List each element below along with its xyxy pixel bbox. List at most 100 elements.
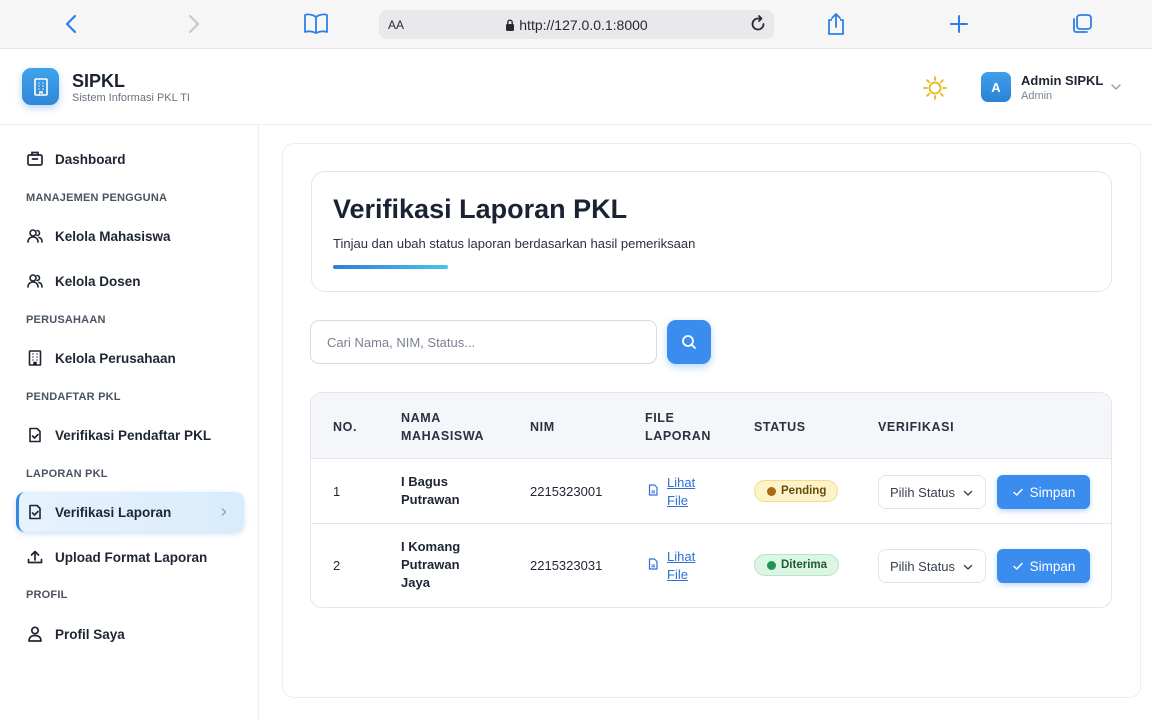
check-circle-icon	[767, 560, 776, 570]
page-title: Verifikasi Laporan PKL	[333, 194, 628, 224]
column-header-line: LAPORAN	[645, 429, 712, 443]
pending-dot-icon	[767, 486, 776, 496]
building-logo-icon	[22, 68, 59, 105]
section-heading: PROFIL	[26, 589, 68, 601]
sidebar-item-kelola-perusahaan[interactable]: Kelola Perusahaan	[16, 338, 244, 378]
table-header: NO. NAMA MAHASISWA NIM FILE LAPORAN STAT…	[311, 393, 1111, 459]
student-name: I Komang Putrawan Jaya	[401, 538, 511, 592]
column-header-no: NO.	[333, 420, 358, 434]
status-text: Diterima	[781, 559, 828, 571]
chevron-down-icon	[962, 487, 974, 499]
sidebar-item-label: Dashboard	[55, 151, 126, 167]
save-label: Simpan	[1029, 484, 1076, 500]
app-header: SIPKL Sistem Informasi PKL TI A Admin SI…	[0, 49, 1152, 125]
column-header-line: FILE	[645, 411, 675, 425]
report-table: NO. NAMA MAHASISWA NIM FILE LAPORAN STAT…	[310, 392, 1112, 608]
sun-icon[interactable]	[921, 74, 949, 102]
view-file-text[interactable]: Lihat File	[667, 548, 701, 584]
link-line: File	[667, 567, 688, 582]
save-button[interactable]: Simpan	[997, 549, 1090, 583]
status-badge: Pending	[754, 480, 839, 502]
page-subtitle: Tinjau dan ubah status laporan berdasark…	[333, 236, 696, 251]
sidebar-item-label: Kelola Dosen	[55, 273, 141, 289]
name-line: Putrawan	[401, 557, 460, 572]
search-button[interactable]	[667, 320, 711, 364]
sidebar-item-kelola-mahasiswa[interactable]: Kelola Mahasiswa	[16, 216, 244, 256]
section-heading: MANAJEMEN PENGGUNA	[26, 192, 168, 204]
column-header-line: MAHASISWA	[401, 429, 485, 443]
upload-icon	[25, 547, 45, 567]
share-icon[interactable]	[822, 10, 850, 38]
view-file-link[interactable]: Lihat File	[647, 548, 701, 584]
chevron-down-icon[interactable]	[1109, 80, 1123, 94]
column-header-nim: NIM	[530, 420, 555, 434]
plus-icon[interactable]	[945, 10, 973, 38]
name-line: Putrawan	[401, 492, 460, 507]
status-select[interactable]: Pilih Status	[878, 475, 986, 509]
save-button[interactable]: Simpan	[997, 475, 1090, 509]
chevron-right-icon	[218, 505, 230, 517]
name-line: I Bagus	[401, 474, 448, 489]
section-heading: PENDAFTAR PKL	[26, 391, 121, 403]
table-row: 1 I Bagus Putrawan 2215323001 Lihat File …	[311, 459, 1111, 524]
sidebar: Dashboard MANAJEMEN PENGGUNA Kelola Maha…	[0, 125, 259, 720]
file-icon	[648, 558, 658, 570]
row-number: 1	[333, 484, 341, 499]
user-role: Admin	[1021, 90, 1053, 102]
avatar[interactable]: A	[981, 72, 1011, 102]
sidebar-item-upload-format[interactable]: Upload Format Laporan	[16, 537, 244, 577]
brand-subtitle: Sistem Informasi PKL TI	[72, 92, 190, 104]
link-line: Lihat	[667, 475, 696, 490]
section-heading: PERUSAHAAN	[26, 314, 106, 326]
select-value: Pilih Status	[890, 484, 956, 500]
search-input[interactable]	[310, 320, 657, 364]
student-nim: 2215323031	[530, 558, 603, 573]
sidebar-item-label: Upload Format Laporan	[55, 549, 208, 565]
save-label: Simpan	[1029, 558, 1076, 574]
row-number: 2	[333, 558, 341, 573]
view-file-text[interactable]: Lihat File	[667, 474, 701, 510]
brand-title: SIPKL	[72, 71, 126, 91]
file-check-icon	[25, 425, 45, 445]
link-line: Lihat	[667, 549, 696, 564]
select-value: Pilih Status	[890, 558, 956, 574]
status-select[interactable]: Pilih Status	[878, 549, 986, 583]
check-icon	[1012, 562, 1023, 570]
sidebar-item-dashboard[interactable]: Dashboard	[16, 139, 244, 179]
book-icon[interactable]	[302, 10, 330, 38]
user-name[interactable]: Admin SIPKL	[1021, 73, 1103, 88]
table-row: 2 I Komang Putrawan Jaya 2215323031 Liha…	[311, 524, 1111, 607]
chevron-down-icon	[962, 561, 974, 573]
sidebar-item-label: Kelola Mahasiswa	[55, 228, 171, 244]
tabs-icon[interactable]	[1068, 10, 1096, 38]
building-icon	[25, 348, 45, 368]
page-header-card	[311, 171, 1112, 292]
user-icon	[25, 624, 45, 644]
forward-icon[interactable]	[180, 10, 208, 38]
title-accent-bar	[333, 265, 448, 269]
column-header-nama: NAMA MAHASISWA	[401, 409, 484, 445]
back-icon[interactable]	[57, 10, 85, 38]
sidebar-item-label: Verifikasi Laporan	[55, 504, 172, 520]
users-icon	[25, 271, 45, 291]
link-line: File	[667, 493, 688, 508]
sidebar-item-label: Kelola Perusahaan	[55, 350, 176, 366]
sidebar-item-profil-saya[interactable]: Profil Saya	[16, 614, 244, 654]
name-line: Jaya	[401, 575, 430, 590]
sidebar-item-verifikasi-laporan[interactable]: Verifikasi Laporan	[16, 492, 244, 532]
url-display[interactable]: http://127.0.0.1:8000	[379, 17, 774, 33]
address-bar[interactable]: AA http://127.0.0.1:8000	[379, 10, 774, 39]
section-heading: LAPORAN PKL	[26, 468, 108, 480]
status-badge: Diterima	[754, 554, 840, 576]
file-icon	[648, 484, 658, 496]
name-line: I Komang	[401, 539, 461, 554]
search-icon	[682, 335, 696, 349]
file-check-icon	[25, 502, 45, 522]
view-file-link[interactable]: Lihat File	[647, 474, 701, 510]
column-header-verifikasi: VERIFIKASI	[878, 420, 955, 434]
sidebar-item-kelola-dosen[interactable]: Kelola Dosen	[16, 261, 244, 301]
reload-icon[interactable]	[748, 14, 768, 34]
column-header-status: STATUS	[754, 420, 806, 434]
student-nim: 2215323001	[530, 484, 603, 499]
sidebar-item-verifikasi-pendaftar[interactable]: Verifikasi Pendaftar PKL	[16, 415, 244, 455]
